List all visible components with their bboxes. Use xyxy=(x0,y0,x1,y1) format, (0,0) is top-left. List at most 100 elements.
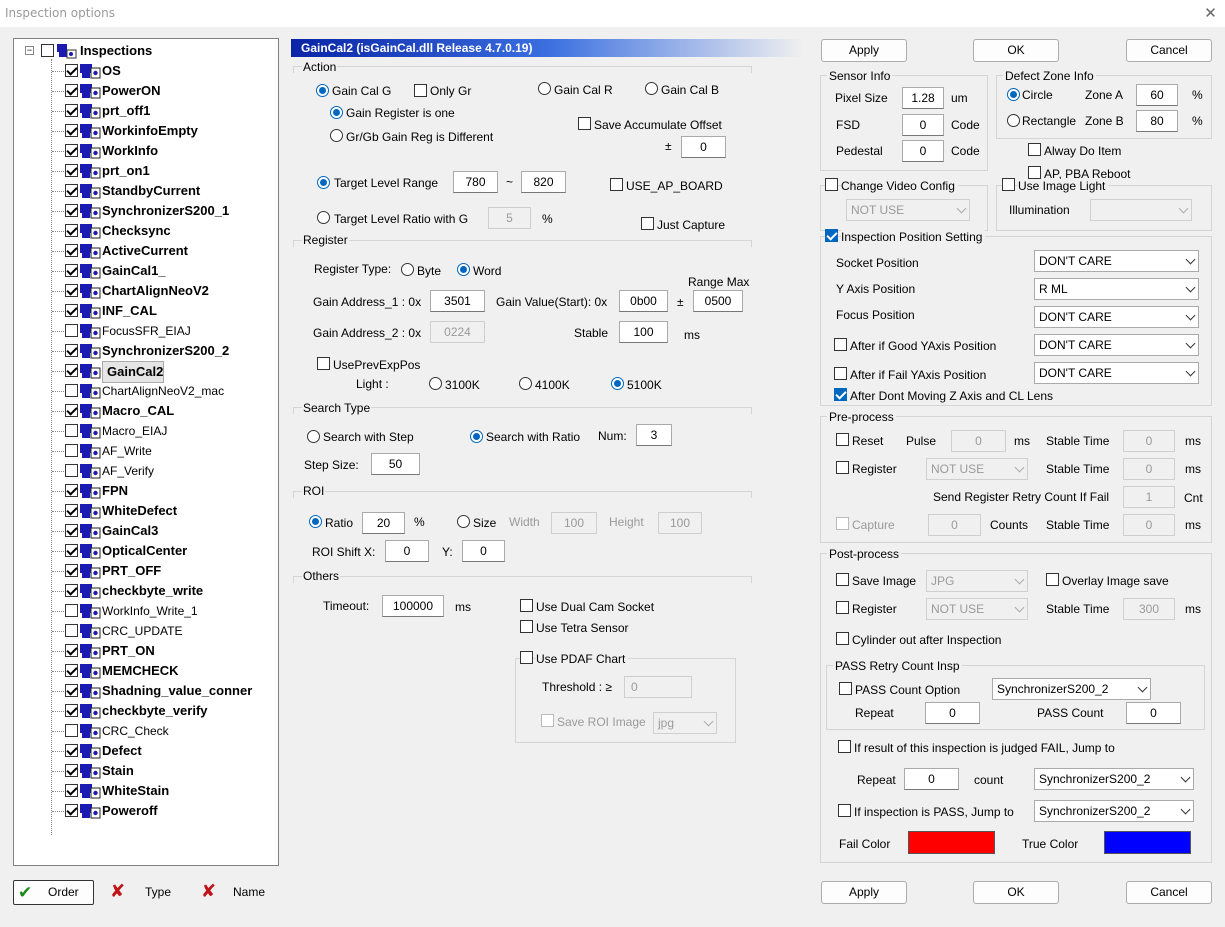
shift-x-input[interactable]: 0 xyxy=(385,540,429,562)
gain-val-input[interactable]: 0b00 xyxy=(619,290,668,312)
pass-opt-checkbox[interactable] xyxy=(839,682,852,695)
collapse-icon[interactable]: − xyxy=(25,46,34,55)
use-ap-board-checkbox[interactable] xyxy=(610,178,623,191)
cylinder-checkbox[interactable] xyxy=(836,632,849,645)
yaxis-select[interactable]: R ML xyxy=(1034,278,1199,300)
save-acc-label[interactable]: Save Accumulate Offset xyxy=(594,118,722,132)
word-label[interactable]: Word xyxy=(473,264,501,278)
tree-item-checkbox[interactable] xyxy=(65,624,78,637)
reset-checkbox[interactable] xyxy=(836,433,849,446)
fail-jump-checkbox[interactable] xyxy=(838,740,851,753)
stable2-input[interactable]: 0 xyxy=(1123,458,1175,480)
tree-item-checkbox[interactable] xyxy=(65,644,78,657)
post-register-select[interactable]: NOT USE xyxy=(926,598,1028,620)
inspection-tree[interactable]: − Inspections OS PowerON prt_off1 WorkinfoE… xyxy=(13,38,279,866)
l5100-label[interactable]: 5100K xyxy=(627,378,662,392)
order-button[interactable]: ✔ Order xyxy=(13,880,94,905)
tree-item[interactable]: Macro_EIAJ xyxy=(14,421,274,441)
l5100-radio[interactable] xyxy=(611,377,624,390)
tree-item[interactable]: OpticalCenter xyxy=(14,541,274,561)
pass-opt-label[interactable]: PASS Count Option xyxy=(855,683,960,697)
image-light-checkbox[interactable] xyxy=(1002,178,1015,191)
timeout-input[interactable]: 100000 xyxy=(382,595,444,617)
change-video-checkbox[interactable] xyxy=(825,178,838,191)
l3100-radio[interactable] xyxy=(429,377,442,390)
byte-radio[interactable] xyxy=(401,263,414,276)
l3100-label[interactable]: 3100K xyxy=(445,378,480,392)
tree-item-checkbox[interactable] xyxy=(65,244,78,257)
dont-moving-label[interactable]: After Dont Moving Z Axis and CL Lens xyxy=(850,389,1053,403)
tree-root[interactable]: − Inspections xyxy=(14,41,274,61)
tree-item[interactable]: ChartAlignNeoV2 xyxy=(14,281,274,301)
use-prev-label[interactable]: UsePrevExpPos xyxy=(333,358,420,372)
only-gr-checkbox[interactable] xyxy=(414,84,427,97)
pass-count-input[interactable]: 0 xyxy=(1126,702,1181,724)
tree-item[interactable]: PRT_OFF xyxy=(14,561,274,581)
tree-item-checkbox[interactable] xyxy=(65,584,78,597)
tree-item[interactable]: prt_on1 xyxy=(14,161,274,181)
circle-label[interactable]: Circle xyxy=(1022,88,1053,102)
tree-item[interactable]: checkbyte_write xyxy=(14,581,274,601)
tree-item[interactable]: CRC_UPDATE xyxy=(14,621,274,641)
pre-register-checkbox[interactable] xyxy=(836,461,849,474)
tree-item[interactable]: prt_off1 xyxy=(14,101,274,121)
tree-item-checkbox[interactable] xyxy=(65,464,78,477)
tree-item[interactable]: SynchronizerS200_1 xyxy=(14,201,274,221)
save-image-label[interactable]: Save Image xyxy=(852,574,916,588)
tree-item-checkbox[interactable] xyxy=(65,144,78,157)
tree-item-checkbox[interactable] xyxy=(65,684,78,697)
target-ratio-label[interactable]: Target Level Ratio with G xyxy=(334,212,468,226)
cancel-button-top[interactable]: Cancel xyxy=(1126,39,1212,62)
zone-a-input[interactable]: 60 xyxy=(1136,84,1178,106)
range-max-input2[interactable]: 0500 xyxy=(693,290,743,312)
cylinder-label[interactable]: Cylinder out after Inspection xyxy=(852,633,1001,647)
ped-input[interactable]: 0 xyxy=(902,140,944,162)
post-img-select[interactable]: JPG xyxy=(926,570,1028,592)
rect-radio[interactable] xyxy=(1007,114,1020,127)
type-label[interactable]: Type xyxy=(145,885,171,899)
alway-checkbox[interactable] xyxy=(1028,143,1041,156)
tree-item-checkbox[interactable] xyxy=(65,384,78,397)
after-good-select[interactable]: DON'T CARE xyxy=(1034,334,1199,356)
tree-item[interactable]: AF_Write xyxy=(14,441,274,461)
capture-label[interactable]: Capture xyxy=(852,518,895,532)
tree-item[interactable]: GainCal2 xyxy=(14,361,274,383)
tree-item-checkbox[interactable] xyxy=(65,284,78,297)
tree-item-checkbox[interactable] xyxy=(65,724,78,737)
pdaf-checkbox[interactable] xyxy=(520,651,533,664)
fail-jump-label[interactable]: If result of this inspection is judged F… xyxy=(854,741,1115,755)
retry-input[interactable]: 1 xyxy=(1123,486,1175,508)
save-image-checkbox[interactable] xyxy=(836,573,849,586)
size-radio[interactable] xyxy=(457,515,470,528)
dual-cam-label[interactable]: Use Dual Cam Socket xyxy=(536,600,654,614)
addr1-input[interactable]: 3501 xyxy=(430,290,485,312)
tree-item[interactable]: FocusSFR_EIAJ xyxy=(14,321,274,341)
pixel-input[interactable]: 1.28 xyxy=(902,87,944,109)
tree-item-checkbox[interactable] xyxy=(65,164,78,177)
byte-label[interactable]: Byte xyxy=(417,264,441,278)
after-fail-checkbox[interactable] xyxy=(834,367,847,380)
gain-cal-r-label[interactable]: Gain Cal R xyxy=(554,83,613,97)
tree-item[interactable]: MEMCHECK xyxy=(14,661,274,681)
height-input[interactable]: 100 xyxy=(658,512,702,534)
position-setting-label[interactable]: Inspection Position Setting xyxy=(841,230,986,244)
use-prev-checkbox[interactable] xyxy=(317,357,330,370)
with-step-radio[interactable] xyxy=(307,430,320,443)
target-ratio-radio[interactable] xyxy=(317,211,330,224)
tetra-label[interactable]: Use Tetra Sensor xyxy=(536,621,629,635)
tree-root-checkbox[interactable] xyxy=(41,44,54,57)
gain-cal-g-radio[interactable] xyxy=(316,84,329,97)
addr2-input[interactable]: 0224 xyxy=(430,321,485,343)
ratio-radio[interactable] xyxy=(309,515,322,528)
capture-checkbox[interactable] xyxy=(836,517,849,530)
threshold-input[interactable]: 0 xyxy=(624,676,692,698)
ok-button-top[interactable]: OK xyxy=(973,39,1059,62)
pass-jump-label[interactable]: If inspection is PASS, Jump to xyxy=(854,805,1014,819)
illum-select[interactable] xyxy=(1090,199,1192,221)
tree-item[interactable]: StandbyCurrent xyxy=(14,181,274,201)
tree-item-checkbox[interactable] xyxy=(65,444,78,457)
save-roi-checkbox[interactable] xyxy=(541,714,554,727)
tree-item-checkbox[interactable] xyxy=(65,264,78,277)
zone-b-input[interactable]: 80 xyxy=(1136,110,1178,132)
name-label[interactable]: Name xyxy=(233,885,265,899)
